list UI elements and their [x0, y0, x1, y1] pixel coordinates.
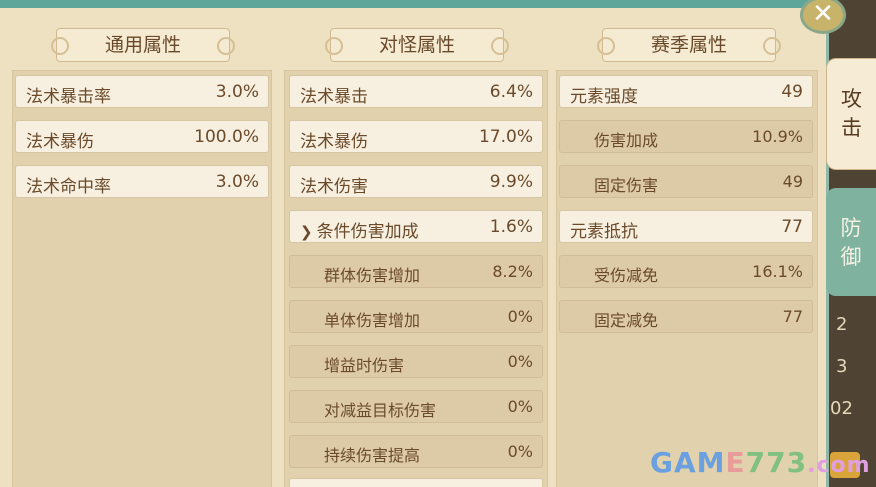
stat-row: 法术命中率 3.0% — [15, 165, 269, 198]
stat-label: 法术暴击 — [300, 87, 368, 107]
stat-row: 元素抵抗 77 — [559, 210, 813, 243]
stat-row: 元素强度 49 — [559, 75, 813, 108]
close-icon: ✕ — [812, 0, 834, 29]
stat-label: 法术伤害 — [300, 177, 368, 197]
stat-label: 增益时伤害 — [324, 356, 405, 375]
list-scroll-overflow — [289, 478, 543, 487]
stat-label: 单体伤害增加 — [324, 311, 421, 330]
stat-value: 0% — [507, 307, 533, 326]
stat-value: 0% — [507, 352, 533, 371]
background-number: 3 — [836, 356, 848, 377]
stat-row: 法术暴伤 100.0% — [15, 120, 269, 153]
watermark-logo: GAME773.com — [650, 446, 871, 479]
tab-defense-label: 防御 — [840, 216, 862, 269]
stat-subrow: 对减益目标伤害 0% — [289, 390, 543, 423]
stat-row: 法术暴伤 17.0% — [289, 120, 543, 153]
stat-value: 49 — [782, 172, 803, 191]
stat-value: 6.4% — [489, 82, 533, 102]
stat-value: 100.0% — [194, 127, 259, 147]
stat-subrow: 固定伤害 49 — [559, 165, 813, 198]
stat-label-group: ❯ 条件伤害加成 — [300, 217, 419, 242]
stat-value: 16.1% — [752, 262, 803, 281]
attributes-panel: 通用属性 法术暴击率 3.0% 法术暴伤 100.0% 法术命中率 3.0% 对… — [0, 0, 829, 487]
stat-label: 法术暴伤 — [300, 132, 368, 152]
tab-attack[interactable]: 攻击 — [826, 58, 876, 170]
stat-label: 元素强度 — [570, 87, 638, 107]
background-number: 2 — [836, 314, 848, 335]
stat-label: 持续伤害提高 — [324, 446, 421, 465]
stat-value: 77 — [782, 307, 803, 326]
watermark-text: GAM — [650, 446, 726, 479]
general-attributes-column: 通用属性 法术暴击率 3.0% 法术暴伤 100.0% 法术命中率 3.0% — [12, 16, 272, 487]
stat-label: 固定伤害 — [594, 176, 659, 195]
season-attributes-column: 赛季属性 元素强度 49 伤害加成 10.9% 固定伤害 49 元素抵抗 77 … — [556, 16, 818, 487]
stat-label: 法术暴击率 — [26, 87, 111, 107]
stat-row: 法术伤害 9.9% — [289, 165, 543, 198]
stat-row: 法术暴击率 3.0% — [15, 75, 269, 108]
stat-value: 8.2% — [492, 262, 533, 281]
stat-subrow: 受伤减免 16.1% — [559, 255, 813, 288]
stat-label: 伤害加成 — [594, 131, 659, 150]
stat-label: 对减益目标伤害 — [324, 401, 437, 420]
stat-label: 群体伤害增加 — [324, 266, 421, 285]
monster-attributes-header: 对怪属性 — [325, 28, 509, 62]
stat-label: 法术暴伤 — [26, 132, 94, 152]
stat-subrow: 持续伤害提高 0% — [289, 435, 543, 468]
stat-value: 17.0% — [478, 127, 533, 147]
stat-subrow: 单体伤害增加 0% — [289, 300, 543, 333]
stat-row: 法术暴击 6.4% — [289, 75, 543, 108]
general-attributes-header: 通用属性 — [51, 28, 235, 62]
stat-label: 法术命中率 — [26, 177, 111, 197]
stat-value: 9.9% — [489, 172, 533, 192]
watermark-text: 773 — [745, 446, 808, 479]
stat-value: 10.9% — [752, 127, 803, 146]
stat-value: 0% — [507, 397, 533, 416]
stat-value: 0% — [507, 442, 533, 461]
watermark-text: .com — [807, 453, 871, 478]
stat-value: 3.0% — [215, 82, 259, 102]
stat-subrow: 增益时伤害 0% — [289, 345, 543, 378]
stat-label: 条件伤害加成 — [316, 222, 419, 242]
stat-subrow: 固定减免 77 — [559, 300, 813, 333]
stat-label: 固定减免 — [594, 311, 659, 330]
stat-label: 受伤减免 — [594, 266, 659, 285]
stat-value: 49 — [781, 82, 803, 102]
background-number: 02 — [830, 398, 853, 419]
tab-attack-label: 攻击 — [841, 87, 862, 140]
stat-value: 1.6% — [489, 217, 533, 237]
season-attributes-header: 赛季属性 — [597, 28, 781, 62]
monster-attributes-column: 对怪属性 法术暴击 6.4% 法术暴伤 17.0% 法术伤害 9.9% ❯ 条件伤… — [284, 16, 548, 487]
stat-label: 元素抵抗 — [570, 222, 638, 242]
stat-subrow: 群体伤害增加 8.2% — [289, 255, 543, 288]
stat-value: 77 — [781, 217, 803, 237]
conditional-damage-toggle[interactable]: ❯ 条件伤害加成 1.6% — [289, 210, 543, 243]
stat-value: 3.0% — [215, 172, 259, 192]
stat-subrow: 伤害加成 10.9% — [559, 120, 813, 153]
watermark-text: E — [725, 446, 746, 479]
chevron-down-icon: ❯ — [300, 223, 313, 241]
tab-defense[interactable]: 防御 — [826, 188, 876, 296]
